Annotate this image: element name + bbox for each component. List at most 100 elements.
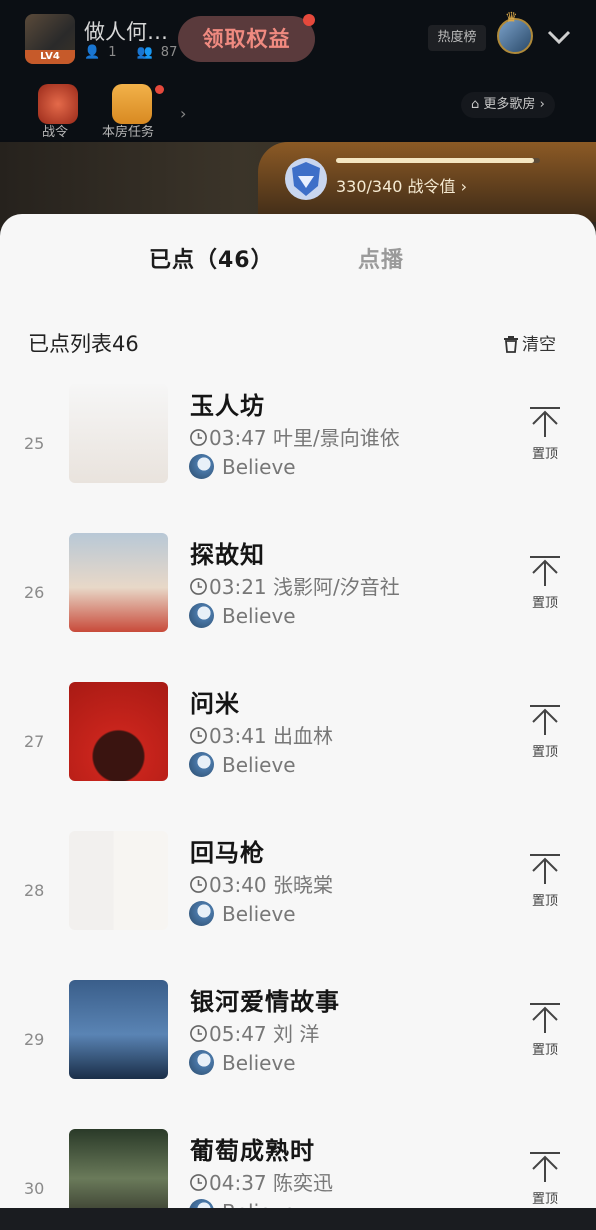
requester: Believe [189, 454, 296, 479]
song-artist: 叶里/景向谁依 [273, 426, 400, 450]
song-duration: 03:41 [209, 724, 267, 748]
pin-label: 置顶 [531, 1043, 558, 1058]
song-index: 25 [24, 434, 45, 453]
sub-item-room-task[interactable]: 本房任务 [102, 121, 154, 140]
pin-to-top-button[interactable]: 置顶 [527, 406, 563, 462]
chevron-right-icon: › [460, 177, 468, 196]
clock-icon [190, 429, 207, 446]
pin-label: 置顶 [531, 447, 558, 462]
battle-pass-progress-fill [336, 158, 534, 163]
song-row[interactable]: 27 问米 03:41 出血林 Believe 置顶 [0, 682, 596, 831]
song-meta: 03:47 叶里/景向谁依 [189, 422, 400, 451]
pin-label: 置顶 [531, 1192, 558, 1207]
pin-to-top-button[interactable]: 置顶 [527, 1151, 563, 1207]
room-level-badge: LV4 [25, 50, 75, 64]
pin-top-icon [530, 1003, 560, 1033]
requester: Believe [189, 603, 296, 628]
room-task-icon[interactable] [112, 84, 152, 124]
battle-pass-progress [336, 158, 540, 163]
song-duration: 03:47 [209, 426, 267, 450]
pin-label: 置顶 [531, 894, 558, 909]
pin-top-icon [530, 556, 560, 586]
song-title: 探故知 [190, 541, 265, 569]
song-artist: 陈奕迅 [273, 1171, 333, 1195]
requester-name: Believe [222, 1051, 296, 1075]
pin-to-top-button[interactable]: 置顶 [527, 704, 563, 760]
battle-pass-value[interactable]: 330/340 战令值 › [336, 173, 467, 197]
pin-to-top-button[interactable]: 置顶 [527, 1002, 563, 1058]
requester-avatar [189, 752, 214, 777]
song-artist: 出血林 [273, 724, 333, 748]
room-title[interactable]: 做人何… [84, 16, 168, 46]
song-artist: 浅影阿/汐音社 [273, 575, 400, 599]
song-artist: 张晓棠 [273, 873, 333, 897]
crown-icon: ♛ [505, 10, 518, 26]
song-row[interactable]: 30 葡萄成熟时 04:37 陈奕迅 Believe 置顶 [0, 1129, 596, 1208]
song-row[interactable]: 25 玉人坊 03:47 叶里/景向谁依 Believe 置顶 [0, 384, 596, 533]
song-duration: 03:21 [209, 575, 267, 599]
song-cover [69, 533, 168, 632]
list-title: 已点列表46 [28, 332, 139, 356]
clear-button[interactable]: 清空 [502, 330, 556, 355]
song-title: 葡萄成熟时 [190, 1137, 315, 1165]
pin-top-icon [530, 1152, 560, 1182]
clock-icon [190, 876, 207, 893]
top-bar: LV4 做人何… 👤 1 👥 87 领取权益 热度榜 ♛ 战令 本房任务 › ⌂ 更… [0, 0, 596, 140]
song-cover [69, 1129, 168, 1208]
battle-pass-icon[interactable] [38, 84, 78, 124]
tab-requested[interactable]: 已点（46） [149, 242, 274, 274]
song-row[interactable]: 29 银河爱情故事 05:47 刘 洋 Believe 置顶 [0, 980, 596, 1129]
chevron-right-icon[interactable]: › [180, 104, 186, 123]
song-title: 玉人坊 [190, 392, 265, 420]
clock-icon [190, 578, 207, 595]
song-meta: 03:40 张晓棠 [189, 869, 333, 898]
requested-songs-sheet: 已点（46） 点播 已点列表46 清空 25 玉人坊 03:47 叶里/景向谁依… [0, 214, 596, 1208]
requester-avatar [189, 1050, 214, 1075]
requester: Believe [189, 901, 296, 926]
hot-rank-button[interactable]: 热度榜 [428, 25, 486, 51]
requester: Believe [189, 1199, 296, 1208]
requester: Believe [189, 1050, 296, 1075]
song-row[interactable]: 26 探故知 03:21 浅影阿/汐音社 Believe 置顶 [0, 533, 596, 682]
pin-label: 置顶 [531, 745, 558, 760]
requester: Believe [189, 752, 296, 777]
pin-label: 置顶 [531, 596, 558, 611]
song-index: 28 [24, 881, 45, 900]
tab-request[interactable]: 点播 [358, 242, 404, 274]
room-avatar[interactable]: LV4 [25, 14, 75, 64]
sub-item-battle-pass[interactable]: 战令 [42, 121, 68, 140]
song-cover [69, 831, 168, 930]
song-title: 银河爱情故事 [190, 988, 340, 1016]
online-count: 👤 1 [84, 45, 117, 60]
system-nav-bar [0, 1208, 596, 1230]
notification-dot [303, 14, 315, 26]
pin-top-icon [530, 407, 560, 437]
person-icon: 👤 [84, 45, 101, 60]
clock-icon [190, 1025, 207, 1042]
song-index: 29 [24, 1030, 45, 1049]
pin-top-icon [530, 705, 560, 735]
song-duration: 05:47 [209, 1022, 267, 1046]
song-duration: 04:37 [209, 1171, 267, 1195]
more-rooms-button[interactable]: ⌂ 更多歌房 › [461, 92, 555, 118]
song-title: 回马枪 [190, 839, 265, 867]
song-index: 27 [24, 732, 45, 751]
pin-to-top-button[interactable]: 置顶 [527, 555, 563, 611]
pin-to-top-button[interactable]: 置顶 [527, 853, 563, 909]
song-index: 26 [24, 583, 45, 602]
requester-name: Believe [222, 1200, 296, 1208]
clock-icon [190, 1174, 207, 1191]
chevron-down-icon[interactable] [544, 22, 574, 52]
song-artist: 刘 洋 [273, 1022, 320, 1046]
song-cover [69, 682, 168, 781]
song-meta: 05:47 刘 洋 [189, 1018, 319, 1047]
song-meta: 03:41 出血林 [189, 720, 333, 749]
song-row[interactable]: 28 回马枪 03:40 张晓棠 Believe 置顶 [0, 831, 596, 980]
song-cover [69, 384, 168, 483]
song-cover [69, 980, 168, 1079]
song-meta: 04:37 陈奕迅 [189, 1167, 333, 1196]
claim-rights-button[interactable]: 领取权益 [178, 16, 315, 62]
trash-icon [504, 336, 518, 353]
requester-name: Believe [222, 753, 296, 777]
fans-count: 👥 87 [136, 45, 178, 60]
